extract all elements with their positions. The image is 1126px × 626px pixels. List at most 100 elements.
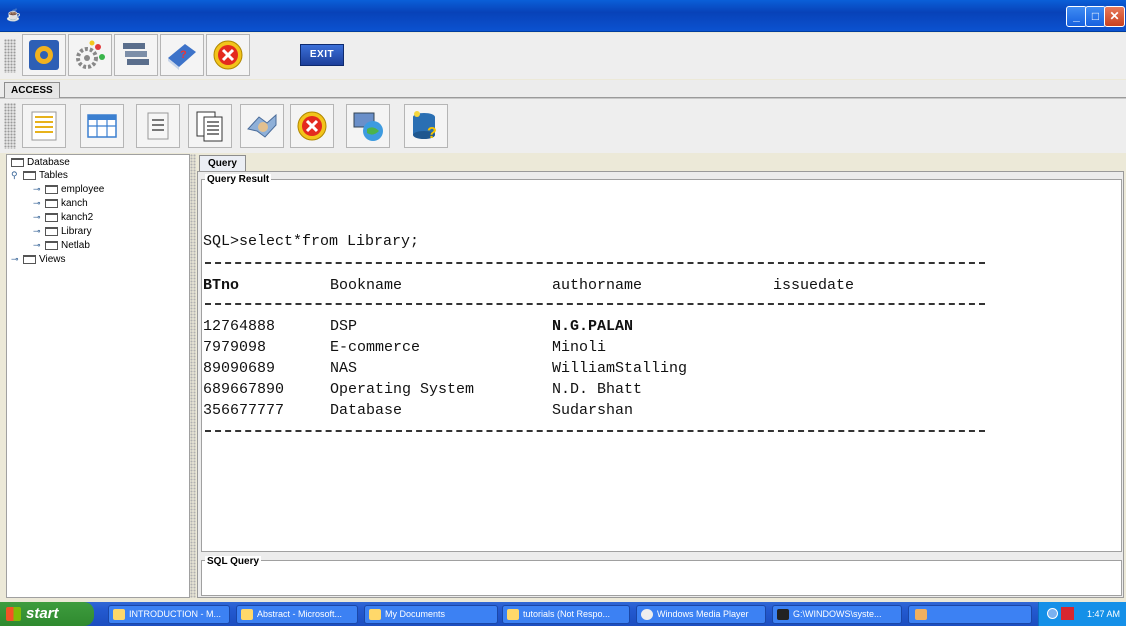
title-bar: ☕ _ □ ✕ [0, 0, 1126, 32]
collapsed-toggle-icon[interactable]: ⊸ [33, 211, 43, 224]
cancel-button-2[interactable] [290, 104, 334, 148]
book-help-icon: ? [168, 44, 196, 70]
document-icon [241, 609, 253, 620]
start-label: start [26, 605, 59, 622]
collapsed-toggle-icon[interactable]: ⊸ [33, 197, 43, 210]
taskbar-item[interactable]: G:\WINDOWS\syste... [772, 605, 902, 624]
close-button[interactable]: ✕ [1104, 6, 1125, 27]
divider [205, 303, 985, 305]
sql-query-title: SQL Query [205, 556, 262, 567]
java-icon [915, 609, 927, 620]
tree-item-employee[interactable]: ⊸ employee [33, 183, 104, 196]
folder-icon [45, 185, 58, 194]
taskbar-item[interactable]: My Documents [364, 605, 498, 624]
tree-item-library[interactable]: ⊸ Library [33, 225, 92, 238]
database-settings-button[interactable] [22, 34, 66, 76]
table-cell: Minoli [552, 339, 607, 356]
document-button[interactable] [136, 104, 180, 148]
split-pane-divider[interactable] [190, 154, 196, 598]
collapsed-toggle-icon[interactable]: ⊸ [11, 253, 21, 266]
tree-root[interactable]: Database [11, 156, 70, 169]
svg-text:?: ? [427, 125, 437, 142]
taskbar: start INTRODUCTION - M... Abstract - Mic… [0, 602, 1126, 626]
tree-item-kanch[interactable]: ⊸ kanch [33, 197, 88, 210]
tree-item-netlab[interactable]: ⊸ Netlab [33, 239, 90, 252]
database-settings-icon [29, 40, 59, 70]
taskbar-item[interactable]: Abstract - Microsoft... [236, 605, 358, 624]
settings-gears-icon [76, 40, 105, 69]
clock[interactable]: 1:47 AM [1087, 602, 1120, 626]
start-button[interactable]: start [0, 602, 94, 626]
tree-root-label: Database [27, 157, 70, 168]
maximize-button[interactable]: □ [1085, 6, 1106, 27]
help-book-button[interactable]: ? [160, 34, 204, 76]
cancel-icon [213, 40, 243, 70]
sql-statement: SQL>select*from Library; [203, 233, 420, 250]
collapsed-toggle-icon[interactable]: ⊸ [33, 183, 43, 196]
query-result-title: Query Result [205, 174, 272, 185]
minimize-button[interactable]: _ [1066, 6, 1087, 27]
column-header-bookname: Bookname [330, 277, 403, 294]
table-icon [87, 114, 117, 138]
list-button[interactable] [22, 104, 66, 148]
network-globe-icon [353, 112, 383, 141]
database-help-button[interactable]: ? [404, 104, 448, 148]
column-header-issuedate: issuedate [773, 277, 855, 294]
collapsed-toggle-icon[interactable]: ⊸ [33, 239, 43, 252]
folder-icon [45, 213, 58, 222]
taskbar-item-java[interactable] [908, 605, 1032, 624]
document-icon [147, 112, 169, 140]
exit-button[interactable]: EXIT [300, 44, 344, 66]
taskbar-item-label: tutorials (Not Respo... [523, 609, 611, 619]
database-help-icon: ? [413, 111, 437, 142]
tab-query[interactable]: Query [199, 155, 246, 172]
pages-button[interactable] [188, 104, 232, 148]
network-tray-icon[interactable] [1047, 608, 1058, 619]
taskbar-item[interactable]: Windows Media Player [636, 605, 766, 624]
sql-query-input[interactable] [201, 560, 1122, 596]
settings-button[interactable] [68, 34, 112, 76]
database-tree: Database ⚲ Tables ⊸ employee ⊸ kanch ⊸ k… [6, 154, 190, 598]
tree-node-views[interactable]: ⊸ Views [11, 253, 66, 266]
folder-icon [23, 255, 36, 264]
table-cell: N.G.PALAN [552, 318, 634, 335]
cancel-icon [297, 111, 327, 141]
tree-node-tables[interactable]: ⚲ Tables [11, 169, 68, 182]
tab-strip [0, 80, 1126, 98]
taskbar-item[interactable]: tutorials (Not Respo... [502, 605, 630, 624]
taskbar-item[interactable]: INTRODUCTION - M... [108, 605, 230, 624]
folder-icon [369, 609, 381, 620]
tree-node-label: Tables [39, 170, 68, 181]
table-cell: 689667890 [203, 381, 285, 398]
document-icon [113, 609, 125, 620]
taskbar-item-label: Windows Media Player [657, 609, 749, 619]
network-button[interactable] [346, 104, 390, 148]
folder-icon [45, 241, 58, 250]
search-tray-icon[interactable] [1061, 607, 1074, 620]
column-header-btno: BTno [203, 277, 240, 294]
table-cell: DSP [330, 318, 358, 335]
tree-item-kanch2[interactable]: ⊸ kanch2 [33, 211, 93, 224]
system-tray: 1:47 AM [1038, 602, 1126, 626]
table-cell: 89090689 [203, 360, 276, 377]
divider [205, 262, 985, 264]
cancel-button[interactable] [206, 34, 250, 76]
table-cell: 12764888 [203, 318, 276, 335]
toolbar-grip[interactable] [4, 103, 16, 149]
expanded-toggle-icon[interactable]: ⚲ [11, 169, 21, 182]
table-button[interactable] [80, 104, 124, 148]
toolbar-grip[interactable] [4, 39, 16, 73]
stack-button[interactable] [114, 34, 158, 76]
pages-icon [196, 111, 223, 142]
media-player-icon [641, 609, 653, 620]
tree-item-label: Library [61, 226, 92, 237]
table-cell: Operating System [330, 381, 475, 398]
tab-access[interactable]: ACCESS [4, 82, 60, 99]
table-cell: N.D. Bhatt [552, 381, 643, 398]
table-cell: WilliamStalling [552, 360, 688, 377]
folder-icon [45, 227, 58, 236]
stack-icon [123, 43, 149, 65]
list-icon [31, 111, 57, 141]
collapsed-toggle-icon[interactable]: ⊸ [33, 225, 43, 238]
handshake-button[interactable] [240, 104, 284, 148]
